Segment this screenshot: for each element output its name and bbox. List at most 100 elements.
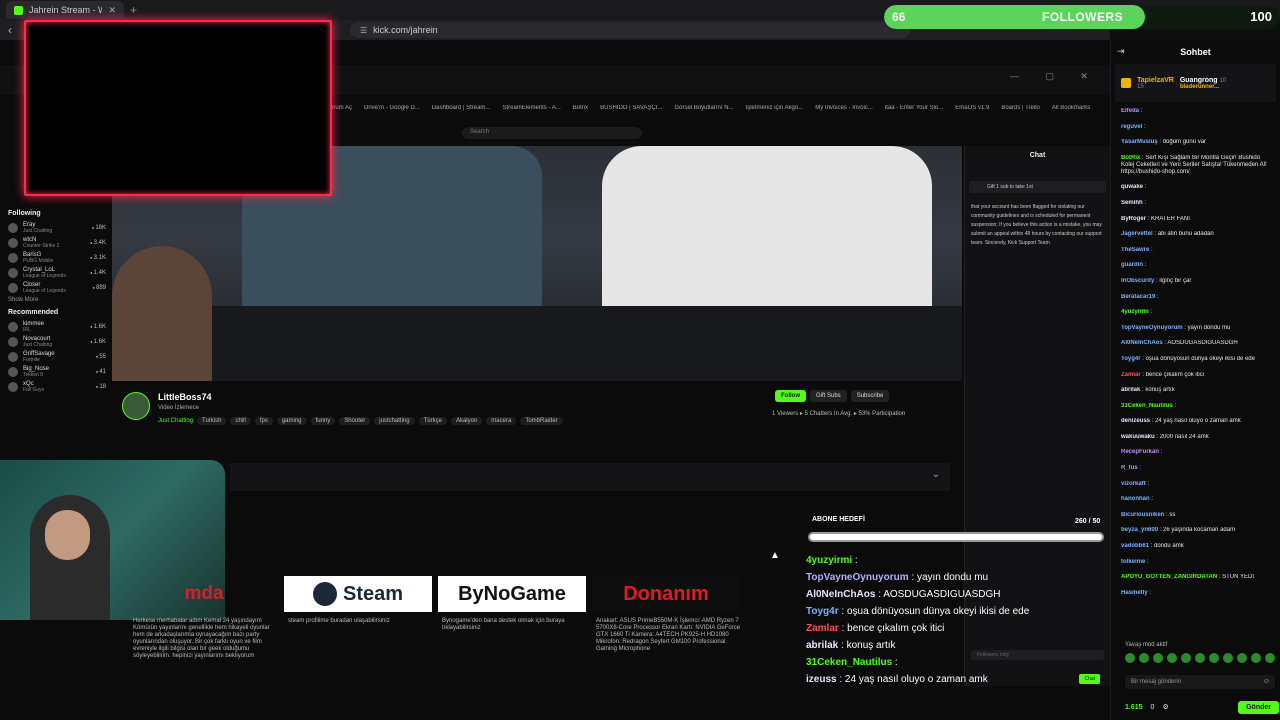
chat-input[interactable]: Bir mesaj gönderin ☺	[1125, 675, 1275, 689]
chat-message: TopVayneOynuyorum : yayın dondu mu	[1121, 325, 1272, 332]
chat-username[interactable]: BotRix	[1121, 155, 1140, 161]
chat-sidebar: ⇥ Sohbet TapielzaVR 15 Guangrong 10 blader…	[1110, 40, 1280, 720]
captured-search-field: Search	[462, 127, 642, 139]
browser-tab[interactable]: Jahrein Stream - Watch Live o... ✕	[6, 1, 124, 19]
chat-message: Hasmetly :	[1121, 590, 1272, 597]
chat-message: quwake :	[1121, 184, 1272, 191]
chat-username[interactable]: quwake	[1121, 184, 1143, 190]
chat-username[interactable]: Beratacar19	[1121, 294, 1155, 300]
window-controls-icon: — ▢ ✕	[1009, 71, 1100, 81]
chat-message: Zamlar : bence çıkalım çok itici	[1121, 372, 1272, 379]
chat-messages: Elfeda : reguvel : YasarMusluş : doğum gün…	[1111, 102, 1280, 597]
chat-message: InObscurity : ilginç bir çar	[1121, 278, 1272, 285]
chat-username[interactable]: InObscurity	[1121, 278, 1154, 284]
chat-username[interactable]: tolkeinie	[1121, 559, 1145, 565]
chat-username[interactable]: RecepFurkan	[1121, 449, 1159, 455]
chat-username[interactable]: vadobb61	[1121, 543, 1149, 549]
chat-username[interactable]: APOYU_GOTTEN_ZANGIRDATAN	[1121, 574, 1217, 580]
chat-message: Al0NeInChAos : AOSDUGASDIGUASDGH	[1121, 340, 1272, 347]
chat-text: : 24 yaş nasıl oluyo o zaman amk	[1151, 418, 1241, 425]
channel-avatar	[8, 336, 18, 347]
chat-username[interactable]: wakuuwaku	[1121, 434, 1155, 440]
site-info-icon[interactable]: ☰	[360, 26, 367, 35]
chat-username[interactable]: TheSawre	[1121, 247, 1149, 253]
panel-steam-desc: steam profilime buradan ulaşabilirsiniz	[288, 618, 390, 624]
chat-text: : dondu amk	[1150, 543, 1184, 550]
back-arrow-icon[interactable]: ‹	[8, 23, 12, 37]
captured-bookmark: Drive'm - Google D...	[364, 105, 420, 111]
side-nav-channel: wtcNCounter-Strike 2 3.4K	[0, 235, 110, 250]
overlay-chat-message: TopVayneOynuyorum : yayın dondu mu	[806, 572, 989, 583]
stream-tag: gaming	[276, 417, 307, 425]
chat-username[interactable]: Semihh	[1121, 200, 1143, 206]
chat-text: : konuş artık	[1142, 387, 1175, 394]
stream-category: Just Chatting	[158, 418, 194, 424]
channel-name: Big_Nose Tekken 8	[23, 365, 50, 378]
chat-message: reguvel :	[1121, 124, 1272, 131]
side-nav-channel: NovacourtJust Chatting 1.6K	[0, 334, 110, 349]
chat-message: Elfeda :	[1121, 108, 1272, 115]
chat-username[interactable]: TopVayneOynuyorum	[1121, 325, 1183, 331]
top-gifters: TapielzaVR 15 Guangrong 10 bladerunner...	[1115, 64, 1276, 102]
chat-username[interactable]: abrilak	[1121, 387, 1140, 393]
chat-text: :	[1149, 589, 1152, 596]
chat-text: :	[1147, 558, 1149, 565]
chat-username[interactable]: guardin	[1121, 262, 1143, 268]
channel-viewers: 55	[96, 354, 106, 360]
chat-text: : KRATER FANI	[1147, 215, 1190, 222]
captured-side-nav: Following ErayJust Chatting 18K wtcNCounter…	[0, 210, 110, 480]
chat-username[interactable]: ByRoger	[1121, 216, 1146, 222]
chat-username[interactable]: Hasmetly	[1121, 590, 1148, 596]
chat-username[interactable]: YasarMusluş	[1121, 139, 1158, 145]
side-nav-heading: Following	[8, 210, 41, 217]
captured-bookmark: Dashboard | Stream...	[431, 105, 491, 111]
chat-footer: 1.615 0 ⚙ Gönder	[1125, 700, 1279, 714]
close-tab-icon[interactable]: ✕	[108, 5, 116, 16]
chat-username[interactable]: hanonhan	[1121, 496, 1150, 502]
gifter-1[interactable]: TapielzaVR 15	[1137, 77, 1174, 90]
channel-viewers: 1.6K	[90, 324, 106, 330]
captured-bookmark: Görsel Boyutlarını N...	[674, 105, 734, 111]
channel-points[interactable]: 1.615	[1125, 704, 1143, 711]
overlay-chat-message: 4yuzyirmi :	[806, 555, 858, 566]
chat-text: :	[1144, 199, 1147, 206]
chat-username[interactable]: Bicuriousniken	[1121, 512, 1164, 518]
streamer-avatar	[122, 392, 150, 420]
collapse-chat-icon[interactable]: ⇥	[1117, 46, 1125, 57]
chat-username[interactable]: Toyg4r	[1121, 356, 1141, 362]
chat-text: :	[1151, 496, 1154, 503]
captured-bookmark: EmaOS v1.9	[955, 105, 990, 111]
url-field[interactable]: ☰ kick.com/jahrein	[350, 22, 910, 38]
emoji-icon[interactable]: ☺	[1263, 678, 1270, 685]
stream-tag: chill	[230, 417, 251, 425]
send-button[interactable]: Gönder	[1238, 700, 1279, 714]
chat-username[interactable]: Zamlar	[1121, 372, 1141, 378]
chat-username[interactable]: reguvel	[1121, 124, 1142, 130]
emote-bar[interactable]	[1125, 653, 1275, 665]
chat-message: beyza_yn600 : 26 yaşında kocaman adam	[1121, 527, 1272, 534]
chat-username[interactable]: denizeuss	[1121, 418, 1150, 424]
stream-tag: justchatting	[374, 417, 415, 425]
gifter-2[interactable]: Guangrong 10 bladerunner...	[1180, 77, 1226, 90]
chat-username[interactable]: Jagervettel	[1121, 231, 1153, 237]
chat-username[interactable]: Al0NeInChAos	[1121, 340, 1163, 346]
mouse-cursor-icon: ▲	[770, 550, 780, 561]
chat-text: : STUN YEDİ	[1218, 574, 1255, 581]
stream-tag: funny	[310, 417, 336, 425]
chat-text: : oşua dönüyosun dünya okeyi ikisi de ed…	[1142, 355, 1255, 362]
chat-text: : Sert Kışı Sağlam Bir Montla Geçir! Bus…	[1121, 154, 1267, 175]
side-nav-channel: kimmeeIRL 1.6K	[0, 319, 110, 334]
chat-text: : ilginç bir çar	[1156, 277, 1192, 284]
chat-username[interactable]: beyza_yn600	[1121, 527, 1158, 533]
chat-username[interactable]: Elfeda	[1121, 108, 1139, 114]
new-tab-button[interactable]: +	[130, 3, 137, 17]
chat-username[interactable]: R_fus	[1121, 465, 1138, 471]
chat-username[interactable]: 31Ceken_Nautilus	[1121, 403, 1173, 409]
stream-tag: Türkçe	[418, 417, 447, 425]
chat-username[interactable]: 4yuzyirmi	[1121, 309, 1149, 315]
chat-text: : ss	[1166, 511, 1176, 518]
channel-avatar	[8, 282, 18, 293]
chat-title: Sohbet	[1180, 47, 1211, 57]
chat-username[interactable]: vizorkaft	[1121, 481, 1146, 487]
settings-icon[interactable]: ⚙	[1162, 703, 1168, 711]
